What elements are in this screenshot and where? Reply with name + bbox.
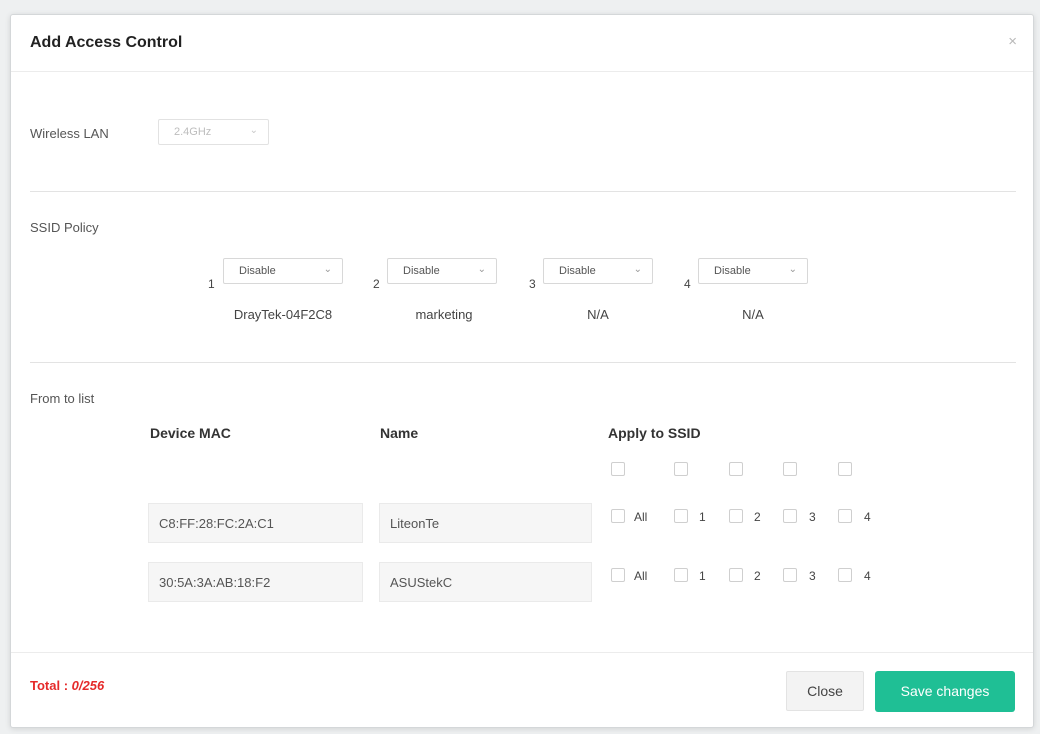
ssid-4-policy-select[interactable]: Disable ⌄ [698,258,808,284]
chevron-down-icon: ⌄ [788,264,797,275]
row-2-ssid-3-checkbox[interactable] [783,568,797,582]
row-2-ssid-4-label: 4 [864,569,871,583]
total-count: Total : 0/256 [30,678,104,693]
device-name-field[interactable]: ASUStekC [379,562,592,602]
row-1-ssid-2-label: 2 [754,510,761,524]
row-2-ssid-1-checkbox[interactable] [674,568,688,582]
total-value: 0/256 [71,678,105,693]
row-2-all-label: All [634,569,648,583]
device-name-field[interactable]: LiteonTe [379,503,592,543]
ssid-4-policy-value: Disable [714,265,751,277]
add-access-control-dialog: Add Access Control × Wireless LAN 2.4GHz… [10,14,1034,728]
row-1-ssid-1-checkbox[interactable] [674,509,688,523]
wireless-lan-label: Wireless LAN [30,126,109,141]
select-all-column-4-checkbox[interactable] [838,462,852,476]
footer-divider [11,652,1033,653]
ssid-4-name: N/A [742,307,764,322]
row-1-ssid-3-label: 3 [809,510,816,524]
device-mac-field[interactable]: 30:5A:3A:AB:18:F2 [148,562,363,602]
row-1-ssid-1-label: 1 [699,510,706,524]
select-all-column-1-checkbox[interactable] [674,462,688,476]
row-2-all-checkbox[interactable] [611,568,625,582]
chevron-down-icon: ⌄ [323,264,332,275]
row-1-ssid-4-label: 4 [864,510,871,524]
row-1-ssid-2-checkbox[interactable] [729,509,743,523]
save-changes-button[interactable]: Save changes [875,671,1015,712]
section-divider [30,362,1016,363]
dialog-title: Add Access Control [30,34,183,51]
ssid-2-name: marketing [415,307,473,322]
wireless-lan-select: 2.4GHz ⌄ [158,119,269,145]
chevron-down-icon: ⌄ [477,264,486,275]
row-1-all-checkbox[interactable] [611,509,625,523]
from-to-list-label: From to list [30,391,95,406]
ssid-number-4: 4 [684,277,691,291]
wireless-lan-value: 2.4GHz [174,126,212,138]
section-divider [30,191,1016,192]
row-1-all-label: All [634,510,648,524]
select-all-column-all-checkbox[interactable] [611,462,625,476]
total-label: Total : [30,678,72,693]
ssid-2-policy-select[interactable]: Disable ⌄ [387,258,497,284]
ssid-3-policy-value: Disable [559,265,596,277]
chevron-down-icon: ⌄ [249,125,258,136]
ssid-policy-label: SSID Policy [30,220,99,235]
row-2-ssid-3-label: 3 [809,569,816,583]
chevron-down-icon: ⌄ [633,264,642,275]
ssid-number-1: 1 [208,277,215,291]
close-icon[interactable]: × [1008,33,1017,50]
close-button[interactable]: Close [786,671,864,711]
row-2-ssid-1-label: 1 [699,569,706,583]
ssid-1-name: DrayTek-04F2C8 [233,307,333,322]
apply-to-ssid-header: Apply to SSID [608,425,701,441]
row-2-ssid-4-checkbox[interactable] [838,568,852,582]
ssid-3-policy-select[interactable]: Disable ⌄ [543,258,653,284]
dialog-header: Add Access Control × [11,15,1033,72]
ssid-1-policy-select[interactable]: Disable ⌄ [223,258,343,284]
device-mac-header: Device MAC [150,425,231,441]
ssid-3-name: N/A [587,307,609,322]
row-2-ssid-2-label: 2 [754,569,761,583]
ssid-number-3: 3 [529,277,536,291]
row-1-ssid-3-checkbox[interactable] [783,509,797,523]
select-all-column-3-checkbox[interactable] [783,462,797,476]
row-2-ssid-2-checkbox[interactable] [729,568,743,582]
row-1-ssid-4-checkbox[interactable] [838,509,852,523]
ssid-1-policy-value: Disable [239,265,276,277]
name-header: Name [380,425,419,441]
device-mac-field[interactable]: C8:FF:28:FC:2A:C1 [148,503,363,543]
ssid-2-policy-value: Disable [403,265,440,277]
select-all-column-2-checkbox[interactable] [729,462,743,476]
ssid-number-2: 2 [373,277,380,291]
